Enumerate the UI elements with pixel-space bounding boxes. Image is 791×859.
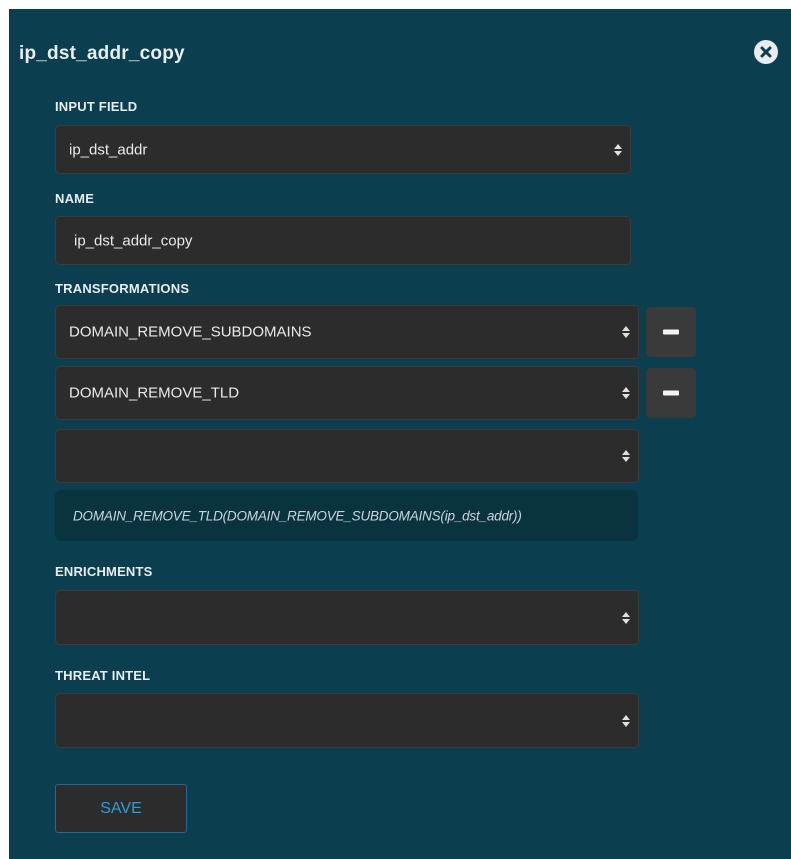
transformations-label: TRANSFORMATIONS bbox=[55, 281, 190, 296]
input-field-label: INPUT FIELD bbox=[55, 99, 138, 114]
remove-transformation-button[interactable] bbox=[646, 368, 696, 418]
input-field-select[interactable]: ip_dst_addr bbox=[55, 125, 631, 174]
name-input-value: ip_dst_addr_copy bbox=[74, 232, 193, 249]
transformation-panel: ip_dst_addr_copy INPUT FIELD ip_dst_addr… bbox=[9, 9, 791, 859]
name-label: NAME bbox=[55, 191, 95, 206]
threat-intel-select[interactable] bbox=[55, 693, 639, 748]
sort-caret-icon bbox=[622, 326, 630, 338]
transformation-expression: DOMAIN_REMOVE_TLD(DOMAIN_REMOVE_SUBDOMAI… bbox=[55, 490, 638, 541]
remove-transformation-button[interactable] bbox=[646, 307, 696, 357]
minus-icon bbox=[663, 390, 679, 396]
save-button-label: SAVE bbox=[100, 799, 142, 817]
enrichments-select[interactable] bbox=[55, 590, 639, 645]
transformation-select[interactable] bbox=[55, 429, 639, 483]
enrichments-label: ENRICHMENTS bbox=[55, 564, 153, 579]
save-button[interactable]: SAVE bbox=[55, 784, 187, 833]
transformation-value: DOMAIN_REMOVE_SUBDOMAINS bbox=[69, 323, 312, 341]
threat-intel-label: THREAT INTEL bbox=[55, 668, 151, 683]
sort-caret-icon bbox=[622, 611, 630, 624]
sort-caret-icon bbox=[622, 387, 630, 399]
transformation-expression-text: DOMAIN_REMOVE_TLD(DOMAIN_REMOVE_SUBDOMAI… bbox=[73, 508, 522, 523]
input-field-value: ip_dst_addr bbox=[69, 141, 148, 158]
transformation-value: DOMAIN_REMOVE_TLD bbox=[69, 384, 240, 402]
transformation-select[interactable]: DOMAIN_REMOVE_TLD bbox=[55, 366, 639, 420]
sort-caret-icon bbox=[614, 143, 622, 156]
close-icon[interactable] bbox=[754, 40, 778, 64]
sort-caret-icon bbox=[622, 714, 630, 727]
transformation-select[interactable]: DOMAIN_REMOVE_SUBDOMAINS bbox=[55, 305, 639, 359]
name-input[interactable]: ip_dst_addr_copy bbox=[55, 216, 631, 265]
sort-caret-icon bbox=[622, 450, 630, 462]
panel-title: ip_dst_addr_copy bbox=[19, 43, 185, 64]
minus-icon bbox=[663, 329, 679, 335]
